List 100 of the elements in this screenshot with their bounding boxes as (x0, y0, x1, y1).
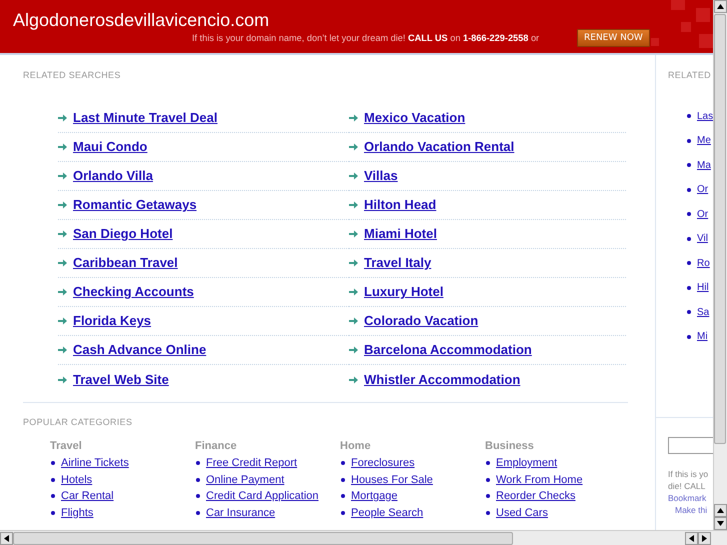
sidebar-link[interactable]: Vil (697, 231, 708, 246)
arrow-icon (58, 346, 67, 354)
category-link[interactable]: Used Cars (496, 504, 548, 521)
category-link[interactable]: Work From Home (496, 472, 583, 488)
scroll-left-button[interactable] (0, 532, 13, 544)
make-homepage-link[interactable]: Make thi (668, 504, 713, 516)
sidebar-link[interactable]: Or (697, 206, 708, 222)
arrow-icon (349, 346, 358, 354)
scroll-down-button[interactable] (714, 517, 727, 530)
search-link[interactable]: Barcelona Accommodation (364, 340, 532, 360)
search-link[interactable]: Travel Italy (364, 253, 432, 273)
notice-text: If this is yo (668, 468, 710, 480)
bullet-icon (486, 478, 490, 482)
arrow-icon (349, 230, 358, 238)
arrow-icon (58, 201, 67, 209)
category-link[interactable]: Mortgage (351, 488, 398, 504)
search-link[interactable]: Whistler Accommodation (364, 370, 520, 390)
bullet-icon (51, 461, 55, 466)
arrow-icon (58, 143, 67, 151)
category-heading: Home (340, 439, 372, 453)
arrow-icon (349, 143, 358, 151)
bullet-icon (51, 510, 55, 515)
sidebar-link[interactable]: Mi (697, 329, 708, 344)
up-arrow-icon (717, 508, 724, 513)
bullet-icon (196, 510, 200, 515)
search-link[interactable]: Checking Accounts (73, 282, 194, 302)
bullet-icon (687, 212, 691, 216)
sidebar-link[interactable]: Or (697, 182, 708, 198)
arrow-icon (349, 317, 358, 325)
arrow-icon (349, 259, 358, 267)
search-link[interactable]: Luxury Hotel (364, 282, 444, 302)
category-link[interactable]: Reorder Checks (496, 488, 576, 504)
category-heading: Business (485, 439, 535, 453)
bullet-icon (341, 494, 345, 498)
vertical-scrollbar[interactable] (713, 0, 727, 530)
scrollbar-thumb[interactable] (714, 14, 726, 444)
search-link[interactable]: Caribbean Travel (73, 253, 178, 273)
category-link[interactable]: Online Payment (206, 472, 284, 488)
bullet-icon (687, 188, 691, 192)
category-link[interactable]: People Search (351, 504, 424, 521)
left-arrow-icon (4, 534, 9, 542)
category-link[interactable]: Hotels (61, 472, 92, 488)
category-heading: Travel (50, 439, 83, 453)
category-link[interactable]: Credit Card Application (206, 488, 319, 504)
bullet-icon (196, 461, 200, 466)
sidebar-link[interactable]: Las (697, 108, 713, 124)
arrow-icon (58, 376, 67, 384)
scroll-left-button[interactable] (685, 532, 698, 544)
search-link[interactable]: Mexico Vacation (364, 108, 466, 128)
search-link[interactable]: Travel Web Site (73, 370, 169, 390)
search-link[interactable]: San Diego Hotel (73, 224, 173, 244)
scroll-right-button[interactable] (698, 532, 711, 544)
sidebar-link[interactable]: Sa (697, 304, 710, 320)
right-arrow-icon (702, 534, 707, 542)
horizontal-scrollbar[interactable] (0, 530, 727, 545)
renew-now-button[interactable]: RENEW NOW (577, 29, 650, 47)
scroll-up-button[interactable] (714, 0, 727, 13)
domain-notice: If this is your domain name, don’t let your dream die! CALL US on 1-866-229-2558 or (192, 32, 540, 45)
search-link[interactable]: Colorado Vacation (364, 311, 478, 331)
category-link[interactable]: Car Insurance (206, 504, 276, 521)
category-link[interactable]: Foreclosures (351, 455, 415, 472)
sidebar-link[interactable]: Ro (697, 256, 710, 271)
category-link[interactable]: Employment (496, 455, 558, 472)
sidebar-link[interactable]: Hil (697, 280, 709, 296)
bullet-icon (687, 310, 691, 314)
category-link[interactable]: Airline Tickets (61, 455, 129, 472)
bullet-icon (486, 461, 490, 466)
search-link[interactable]: Last Minute Travel Deal (73, 108, 218, 128)
search-field[interactable] (668, 437, 713, 454)
category-link[interactable]: Houses For Sale (351, 472, 433, 488)
scroll-up-button[interactable] (714, 504, 727, 517)
search-link[interactable]: Florida Keys (73, 311, 152, 331)
bullet-icon (51, 478, 55, 482)
bullet-icon (687, 163, 691, 168)
arrow-icon (58, 172, 67, 180)
category-link[interactable]: Car Rental (61, 488, 114, 504)
category-link[interactable]: Free Credit Report (206, 455, 298, 472)
arrow-icon (349, 376, 358, 384)
sidebar-link[interactable]: Ma (697, 158, 711, 173)
arrow-icon (349, 172, 358, 180)
section-heading: POPULAR CATEGORIES (23, 416, 134, 428)
category-heading: Finance (195, 439, 238, 453)
scrollbar-thumb[interactable] (13, 532, 513, 544)
search-link[interactable]: Miami Hotel (364, 224, 437, 244)
bullet-icon (687, 138, 691, 143)
category-link[interactable]: Flights (61, 504, 94, 521)
arrow-icon (58, 230, 67, 238)
search-link[interactable]: Orlando Vacation Rental (364, 137, 514, 157)
search-link[interactable]: Villas (364, 166, 398, 186)
bullet-icon (486, 494, 490, 498)
search-link[interactable]: Cash Advance Online (73, 340, 206, 360)
sidebar-link[interactable]: Me (697, 133, 711, 148)
bullet-icon (196, 494, 200, 498)
search-link[interactable]: Maui Condo (73, 137, 148, 157)
search-link[interactable]: Romantic Getaways (73, 195, 197, 215)
search-link[interactable]: Orlando Villa (73, 166, 153, 186)
bullet-icon (687, 236, 691, 241)
search-link[interactable]: Hilton Head (364, 195, 436, 215)
bookmark-link[interactable]: Bookmark (668, 492, 713, 504)
section-heading: RELATED (668, 69, 712, 81)
